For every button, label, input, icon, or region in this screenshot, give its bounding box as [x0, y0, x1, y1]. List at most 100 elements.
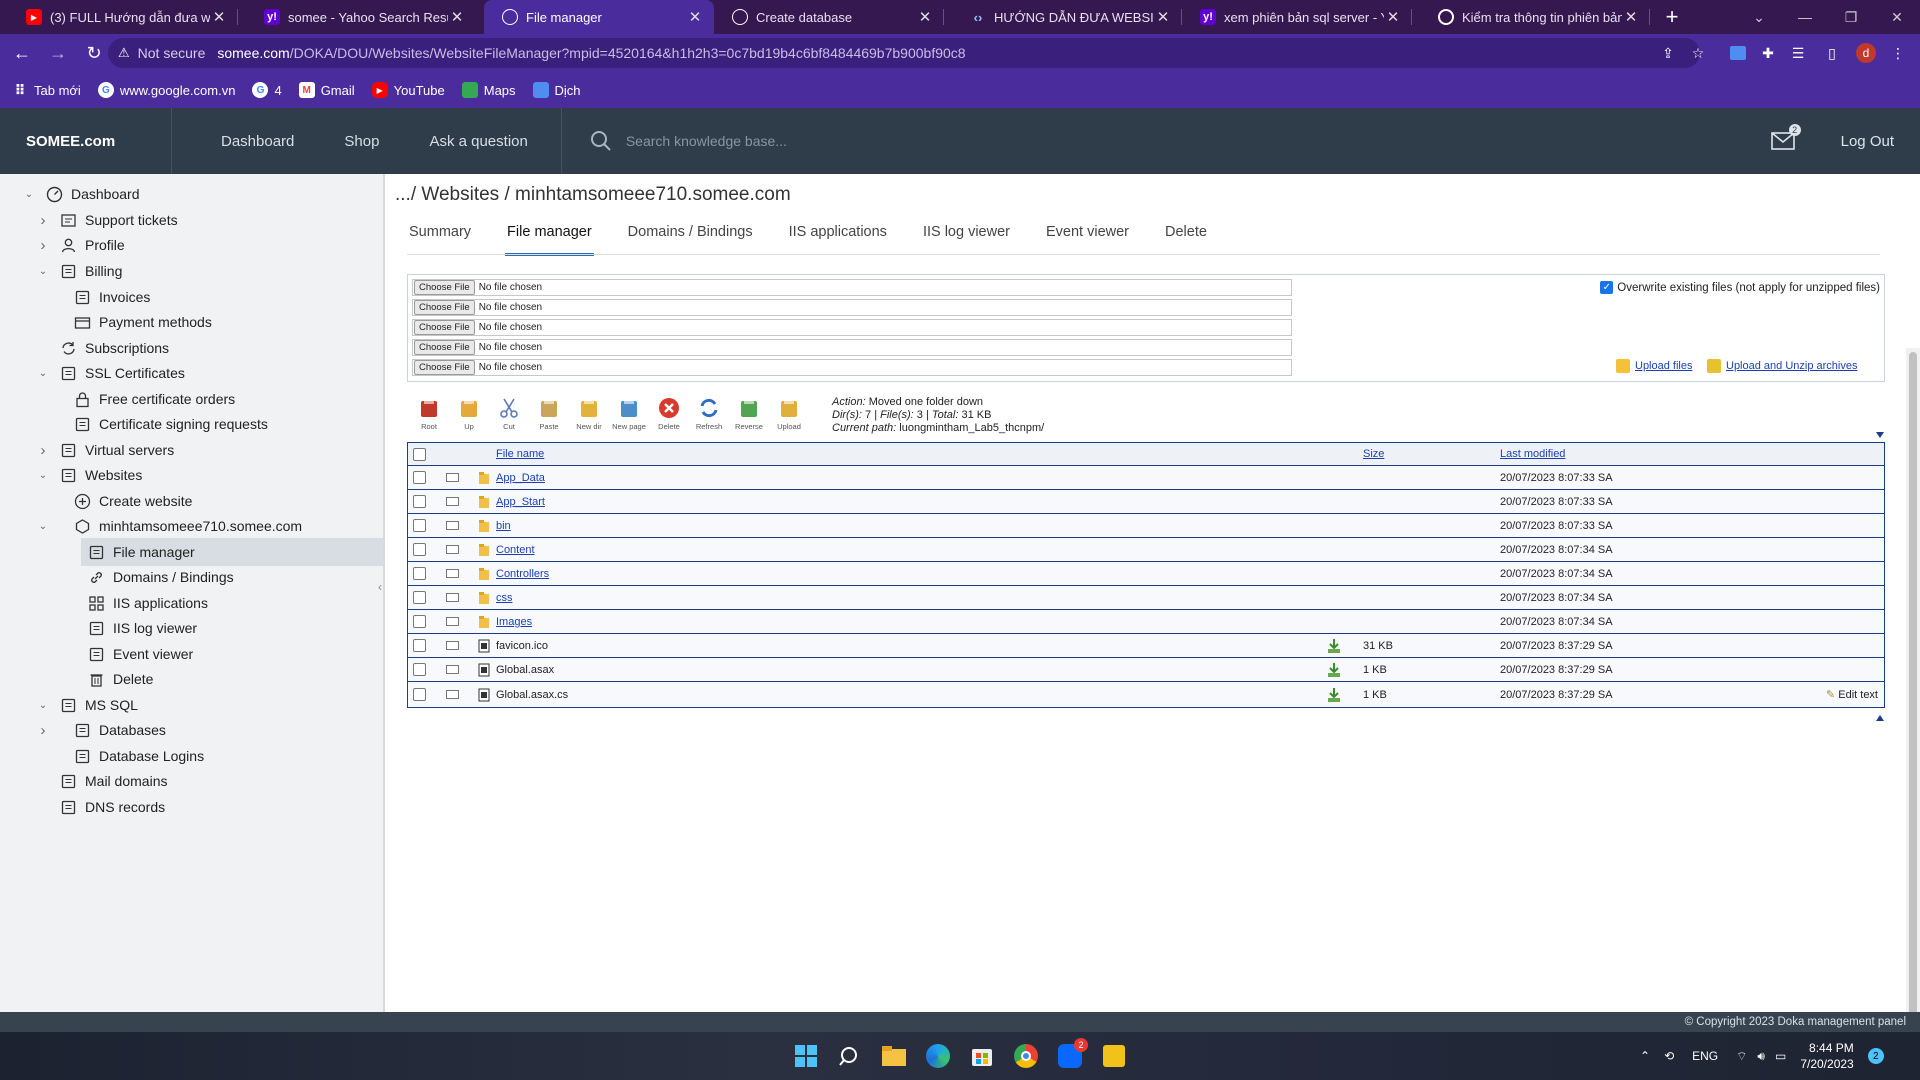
bookmark-item[interactable]: G4	[252, 82, 282, 98]
rename-icon[interactable]	[446, 641, 459, 650]
choose-file-button[interactable]: Choose File	[414, 360, 475, 375]
sidebar-item[interactable]: Subscriptions	[0, 334, 383, 362]
rename-icon[interactable]	[446, 690, 459, 699]
toolbar-delete-button[interactable]: Delete	[649, 396, 689, 440]
sidebar-item[interactable]: ⌄ minhtamsomeee710.somee.com	[0, 512, 383, 540]
translate-ext-icon[interactable]	[1726, 41, 1750, 65]
bookmark-item[interactable]: ▶ YouTube	[371, 82, 445, 98]
nav-shop[interactable]: Shop	[319, 133, 404, 150]
sidebar-item[interactable]: IIS log viewer	[0, 614, 383, 642]
reading-list-icon[interactable]: ☰	[1786, 41, 1810, 65]
col-last-modified[interactable]: Last modified	[1500, 448, 1565, 460]
close-tab-icon[interactable]: ✕	[210, 8, 228, 26]
row-checkbox[interactable]	[413, 688, 426, 701]
sidebar-item[interactable]: Create website	[0, 487, 383, 515]
share-icon[interactable]: ⇪	[1656, 41, 1680, 65]
rename-icon[interactable]	[446, 593, 459, 602]
rename-icon[interactable]	[446, 545, 459, 554]
toolbar-paste-button[interactable]: Paste	[529, 396, 569, 440]
sidebar-item[interactable]: Database Logins	[0, 742, 383, 770]
browser-tab[interactable]: ‹› HƯỚNG DẪN ĐƯA WEBSITE AS✕	[952, 0, 1182, 34]
file-name[interactable]: css	[496, 592, 513, 604]
row-checkbox[interactable]	[413, 471, 426, 484]
file-name[interactable]: Global.asax	[496, 664, 554, 676]
tray-chevron-icon[interactable]: ⌃	[1640, 1049, 1650, 1063]
clock[interactable]: 8:44 PM 7/20/2023	[1800, 1040, 1853, 1072]
nav-dashboard[interactable]: Dashboard	[196, 133, 319, 150]
close-tab-icon[interactable]: ✕	[916, 8, 934, 26]
browser-tab[interactable]: Kiểm tra thông tin phiên bản tro✕	[1420, 0, 1650, 34]
upload-files-link[interactable]: Upload files	[1616, 359, 1692, 373]
sidebar-item[interactable]: Free certificate orders	[0, 385, 383, 413]
choose-file-button[interactable]: Choose File	[414, 340, 475, 355]
select-all-checkbox[interactable]	[413, 447, 426, 461]
sidebar-item[interactable]: Delete	[0, 665, 383, 693]
chevron-right-icon[interactable]: ›	[36, 212, 50, 229]
new-tab-icon[interactable]: +	[1652, 0, 1692, 34]
knowledge-search[interactable]: Search knowledge base...	[590, 130, 787, 152]
zalo-icon[interactable]: 2	[1054, 1038, 1088, 1072]
toolbar-refresh-button[interactable]: Refresh	[689, 396, 729, 440]
toolbar-upload-button[interactable]: Upload	[769, 396, 809, 440]
chevron-down-icon[interactable]: ⌄	[36, 264, 50, 278]
sidebar-item[interactable]: › Profile	[0, 231, 383, 259]
sidebar-item[interactable]: ⌄ Billing	[0, 257, 383, 285]
battery-icon[interactable]: ▭	[1775, 1049, 1786, 1063]
choose-file-button[interactable]: Choose File	[414, 300, 475, 315]
row-checkbox[interactable]	[413, 615, 426, 628]
rename-icon[interactable]	[446, 569, 459, 578]
upload-unzip-link[interactable]: Upload and Unzip archives	[1707, 359, 1857, 373]
collapse-down-icon[interactable]	[1876, 432, 1884, 438]
tab-delete[interactable]: Delete	[1163, 224, 1209, 254]
tab-event-viewer[interactable]: Event viewer	[1044, 224, 1131, 254]
row-checkbox[interactable]	[413, 639, 426, 652]
chevron-right-icon[interactable]: ›	[36, 722, 50, 739]
rename-icon[interactable]	[446, 665, 459, 674]
row-checkbox[interactable]	[413, 567, 426, 580]
row-checkbox[interactable]	[413, 519, 426, 532]
start-icon[interactable]	[790, 1040, 822, 1072]
bookmark-item[interactable]: Dịch	[532, 82, 581, 98]
bookmark-item[interactable]: Gwww.google.com.vn	[97, 82, 235, 98]
close-tab-icon[interactable]: ✕	[448, 8, 466, 26]
taskbar-search-icon[interactable]	[834, 1040, 866, 1072]
nav-ask-question[interactable]: Ask a question	[404, 133, 552, 150]
browser-tab[interactable]: y! somee - Yahoo Search Results✕	[246, 0, 476, 34]
sidebar-item[interactable]: ⌄ Dashboard	[0, 180, 383, 208]
restore-button[interactable]: ❐	[1828, 0, 1874, 34]
rename-icon[interactable]	[446, 497, 459, 506]
volume-icon[interactable]: 🔊︎	[1757, 1049, 1765, 1064]
tab-domains-bindings[interactable]: Domains / Bindings	[626, 224, 755, 254]
file-name[interactable]: Images	[496, 616, 532, 628]
file-name[interactable]: Global.asax.cs	[496, 689, 568, 701]
file-input-row[interactable]: Choose File No file chosen	[412, 359, 1292, 376]
close-tab-icon[interactable]: ✕	[686, 8, 704, 26]
bookmark-item[interactable]: ⠿ Tab mới	[12, 82, 81, 98]
reload-icon[interactable]: ↻	[80, 39, 108, 67]
sidebar-item[interactable]: DNS records	[0, 793, 383, 821]
back-icon[interactable]: ←	[8, 39, 36, 67]
close-tab-icon[interactable]: ✕	[1384, 8, 1402, 26]
rename-icon[interactable]	[446, 617, 459, 626]
rename-icon[interactable]	[446, 521, 459, 530]
file-name[interactable]: Controllers	[496, 568, 549, 580]
bookmark-item[interactable]: M Gmail	[298, 82, 355, 98]
chevron-down-icon[interactable]: ⌄	[36, 468, 50, 482]
file-input-row[interactable]: Choose File No file chosen	[412, 319, 1292, 336]
file-input-row[interactable]: Choose File No file chosen	[412, 339, 1292, 356]
chevron-down-icon[interactable]: ⌄	[22, 187, 36, 201]
choose-file-button[interactable]: Choose File	[414, 280, 475, 295]
collapse-up-icon[interactable]	[1876, 715, 1884, 721]
chevron-right-icon[interactable]: ›	[36, 237, 50, 254]
file-name[interactable]: bin	[496, 520, 511, 532]
tab-iis-log-viewer[interactable]: IIS log viewer	[921, 224, 1012, 254]
app-icon[interactable]	[1098, 1040, 1130, 1072]
sidebar-item[interactable]: Mail domains	[0, 767, 383, 795]
sidebar-item[interactable]: ⌄ Websites	[0, 461, 383, 489]
mail-icon[interactable]: 2	[1770, 124, 1801, 150]
browser-tab[interactable]: Create database ✕	[714, 0, 944, 34]
browser-tab[interactable]: File manager ✕	[484, 0, 714, 34]
browser-tab[interactable]: ▶ (3) FULL Hướng dẫn đưa website✕	[8, 0, 238, 34]
close-tab-icon[interactable]: ✕	[1622, 8, 1640, 26]
chevron-down-icon[interactable]: ⌄	[36, 698, 50, 712]
